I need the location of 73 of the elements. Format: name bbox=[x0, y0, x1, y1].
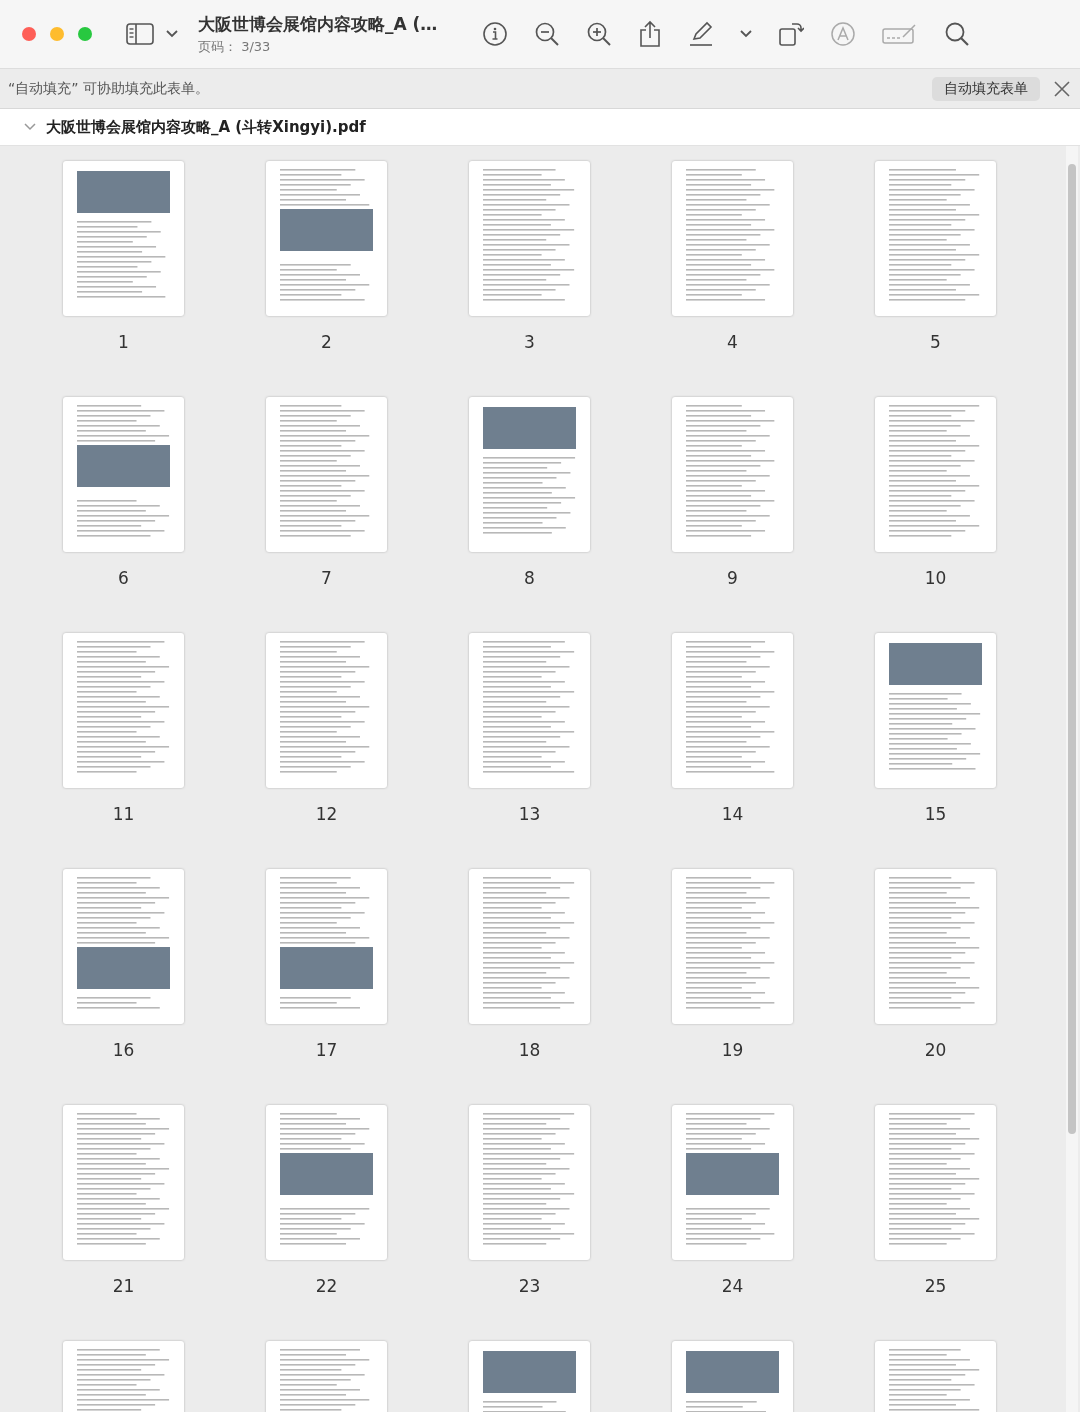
page-number: 7 bbox=[321, 568, 332, 588]
page-thumbnail[interactable] bbox=[672, 161, 793, 316]
page-number: 13 bbox=[518, 804, 541, 824]
signature-icon[interactable] bbox=[882, 23, 918, 45]
page-number: 8 bbox=[524, 568, 535, 588]
rotate-icon[interactable] bbox=[778, 21, 804, 47]
sidebar-icon[interactable] bbox=[126, 23, 154, 45]
chevron-down-icon[interactable] bbox=[24, 123, 36, 131]
close-window-button[interactable] bbox=[22, 27, 36, 41]
page-thumbnail[interactable] bbox=[266, 869, 387, 1024]
page-number: 16 bbox=[112, 1040, 135, 1060]
page-number: 11 bbox=[112, 804, 135, 824]
page-thumbnail[interactable] bbox=[875, 1105, 996, 1260]
page-indicator: 页码： 3/33 bbox=[198, 37, 272, 56]
page-number: 9 bbox=[727, 568, 738, 588]
page-thumbnail[interactable] bbox=[469, 869, 590, 1024]
page-thumbnail[interactable] bbox=[875, 869, 996, 1024]
page-thumbnail[interactable] bbox=[63, 1105, 184, 1260]
page-number: 23 bbox=[518, 1276, 541, 1296]
page-thumbnail[interactable] bbox=[63, 161, 184, 316]
page-number: 12 bbox=[315, 804, 338, 824]
zoom-out-icon[interactable] bbox=[534, 21, 560, 47]
page-number: 22 bbox=[315, 1276, 338, 1296]
search-icon[interactable] bbox=[944, 21, 970, 47]
page-thumbnail[interactable] bbox=[266, 397, 387, 552]
zoom-window-button[interactable] bbox=[78, 27, 92, 41]
page-number: 2 bbox=[321, 332, 332, 352]
document-name: 大阪世博会展馆内容攻略_A (斗转Xingyi).pdf bbox=[46, 117, 366, 137]
scrollbar-thumb[interactable] bbox=[1068, 164, 1076, 1134]
page-number: 18 bbox=[518, 1040, 541, 1060]
page-thumbnail[interactable] bbox=[63, 869, 184, 1024]
page-thumbnail[interactable] bbox=[469, 161, 590, 316]
close-icon[interactable] bbox=[1054, 80, 1070, 97]
zoom-in-icon[interactable] bbox=[586, 21, 612, 47]
page-number: 1 bbox=[118, 332, 129, 352]
page-number: 14 bbox=[721, 804, 744, 824]
page-thumbnail[interactable] bbox=[875, 161, 996, 316]
page-thumbnail[interactable] bbox=[63, 633, 184, 788]
page-number: 5 bbox=[930, 332, 941, 352]
page-number: 17 bbox=[315, 1040, 338, 1060]
pen-icon[interactable] bbox=[688, 21, 714, 47]
page-thumbnail[interactable] bbox=[266, 1105, 387, 1260]
page-thumbnail[interactable] bbox=[469, 397, 590, 552]
page-thumbnail[interactable] bbox=[672, 1105, 793, 1260]
page-thumbnail[interactable] bbox=[672, 397, 793, 552]
chevron-down-icon[interactable] bbox=[166, 30, 178, 38]
markup-icon[interactable] bbox=[830, 21, 856, 47]
page-thumbnail[interactable] bbox=[266, 161, 387, 316]
page-thumbnail[interactable] bbox=[672, 869, 793, 1024]
page-thumbnail[interactable] bbox=[469, 1105, 590, 1260]
page-number: 10 bbox=[924, 568, 947, 588]
page-number: 19 bbox=[721, 1040, 744, 1060]
autofill-message: “自动填充” 可协助填充此表单。 bbox=[8, 79, 210, 98]
info-icon[interactable] bbox=[482, 21, 508, 47]
page-thumbnail[interactable] bbox=[875, 633, 996, 788]
page-number: 15 bbox=[924, 804, 947, 824]
page-number: 25 bbox=[924, 1276, 947, 1296]
page-thumbnail[interactable] bbox=[63, 397, 184, 552]
page-thumbnail[interactable] bbox=[875, 397, 996, 552]
page-thumbnail[interactable] bbox=[266, 633, 387, 788]
window-title: 大阪世博会展馆内容攻略_A (… bbox=[198, 12, 439, 36]
page-number: 21 bbox=[112, 1276, 135, 1296]
share-icon[interactable] bbox=[638, 20, 662, 48]
page-number: 6 bbox=[118, 568, 129, 588]
page-number: 24 bbox=[721, 1276, 744, 1296]
page-thumbnail[interactable] bbox=[469, 633, 590, 788]
page-number: 20 bbox=[924, 1040, 947, 1060]
minimize-window-button[interactable] bbox=[50, 27, 64, 41]
page-thumbnail[interactable] bbox=[672, 633, 793, 788]
autofill-button[interactable]: 自动填充表单 bbox=[932, 76, 1040, 101]
chevron-down-icon[interactable] bbox=[740, 30, 752, 38]
page-number: 4 bbox=[727, 332, 738, 352]
page-number: 3 bbox=[524, 332, 535, 352]
